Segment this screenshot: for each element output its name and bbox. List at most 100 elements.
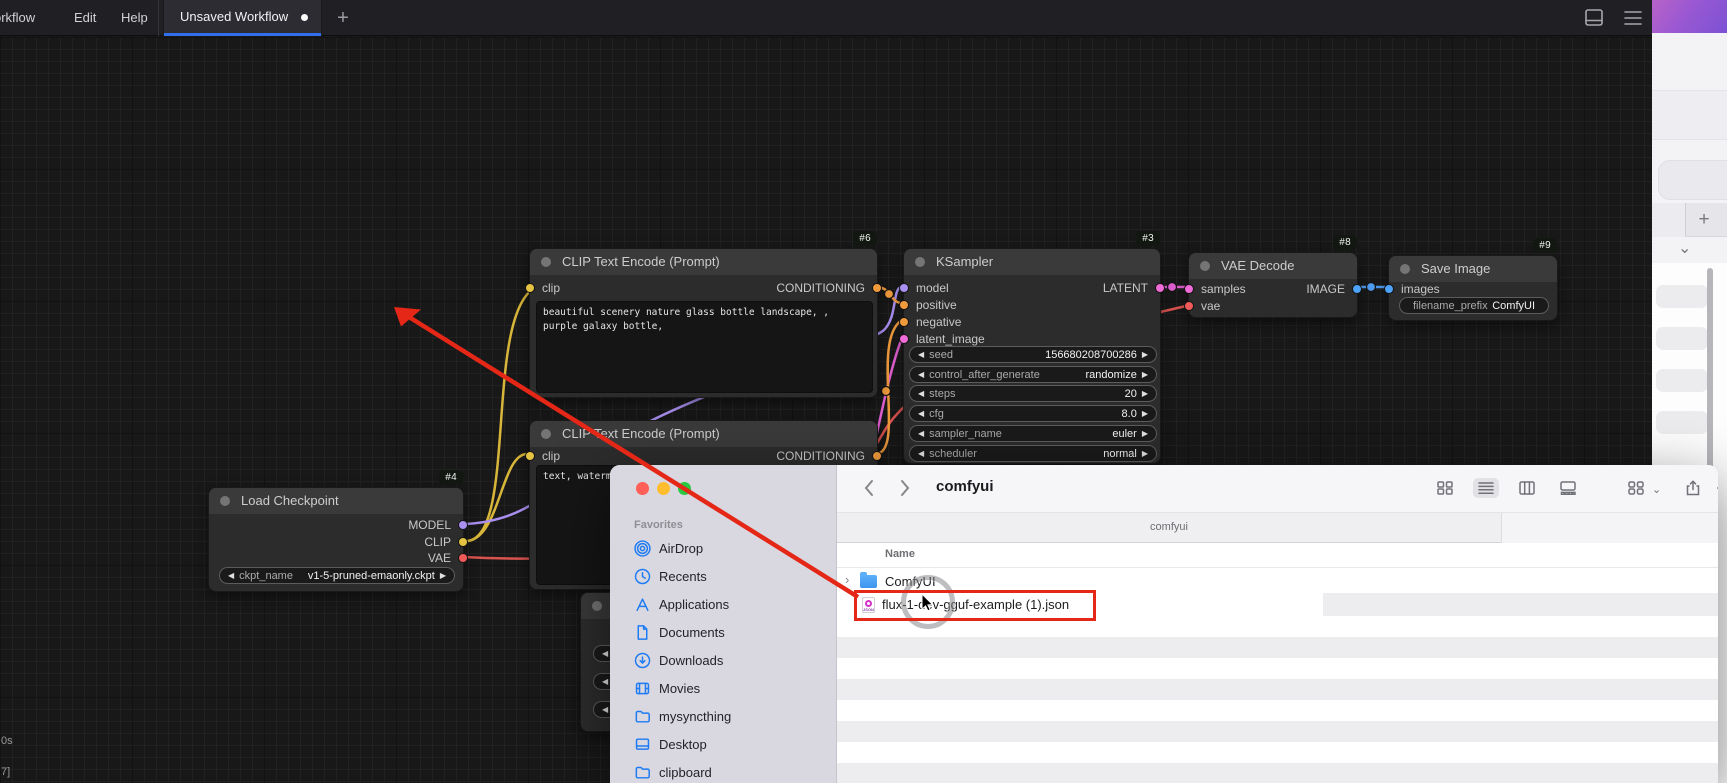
sampler-name-widget[interactable]: ◀ sampler_name euler ▶ — [909, 425, 1157, 442]
steps-widget[interactable]: ◀ steps 20 ▶ — [909, 385, 1157, 402]
control-after-generate-widget[interactable]: ◀ control_after_generate randomize ▶ — [909, 366, 1157, 383]
menu-help[interactable]: Help — [121, 0, 148, 36]
node-titlebar[interactable]: Load Checkpoint — [209, 488, 463, 514]
panel-tab[interactable] — [1652, 203, 1686, 237]
list-view-button[interactable] — [1473, 478, 1499, 498]
column-header-name[interactable]: Name — [885, 548, 915, 560]
decrement-arrow-icon[interactable]: ◀ — [602, 701, 608, 718]
scheduler-widget[interactable]: ◀ scheduler normal ▶ — [909, 445, 1157, 462]
decrement-arrow-icon[interactable]: ◀ — [602, 645, 608, 662]
group-by-button[interactable] — [1623, 478, 1649, 498]
ckpt-name-widget[interactable]: ◀ ckpt_name v1-5-pruned-emaonly.ckpt ▶ — [219, 567, 455, 584]
vae-port-icon[interactable] — [458, 553, 468, 563]
seed-widget[interactable]: ◀ seed 156680208700286 ▶ — [909, 346, 1157, 363]
filename-prefix-widget[interactable]: filename_prefix ComfyUI — [1399, 297, 1549, 314]
list-item[interactable] — [1656, 327, 1708, 350]
maximize-window-button[interactable] — [678, 482, 691, 495]
divider — [158, 0, 159, 36]
increment-arrow-icon[interactable]: ▶ — [1142, 405, 1148, 422]
file-row-flux-json[interactable]: JSON flux-1-dev-gguf-example (1).json — [837, 593, 1718, 616]
menu-workflow[interactable]: orkflow — [0, 0, 35, 36]
node-titlebar[interactable]: VAE Decode — [1189, 253, 1357, 279]
menu-edit[interactable]: Edit — [74, 0, 96, 36]
list-item[interactable] — [1656, 411, 1708, 434]
prompt-textarea[interactable]: beautiful scenery nature glass bottle la… — [536, 301, 873, 393]
sidebar-item-movies[interactable]: Movies — [634, 677, 700, 699]
sidebar-item-clipboard[interactable]: clipboard — [634, 761, 712, 783]
node-vae-decode[interactable]: #8 VAE Decode samples IMAGE vae — [1188, 252, 1358, 318]
model-port-icon[interactable] — [458, 520, 468, 530]
gallery-view-button[interactable] — [1555, 478, 1581, 498]
node-ksampler[interactable]: #3 KSampler model LATENT positive negati… — [903, 248, 1161, 464]
column-view-button[interactable] — [1514, 478, 1540, 498]
decrement-arrow-icon[interactable]: ◀ — [918, 346, 924, 363]
widget-value: randomize — [1085, 369, 1136, 381]
node-save-image[interactable]: #9 Save Image images filename_prefix Com… — [1388, 255, 1558, 321]
clip-port-icon[interactable] — [458, 537, 468, 547]
decrement-arrow-icon[interactable]: ◀ — [918, 405, 924, 422]
node-collapse-dot[interactable] — [541, 257, 551, 267]
node-clip-text-encode-positive[interactable]: #6 CLIP Text Encode (Prompt) clip CONDIT… — [529, 248, 878, 398]
conditioning-port-icon[interactable] — [872, 283, 882, 293]
more-actions-icon[interactable] — [1709, 478, 1718, 498]
port-label: vae — [1201, 299, 1220, 313]
new-tab-icon[interactable]: + — [1692, 208, 1716, 232]
node-load-checkpoint[interactable]: #4 Load Checkpoint MODEL CLIP VAE ◀ ckpt… — [208, 487, 464, 592]
disclosure-triangle-icon[interactable]: › — [845, 572, 849, 587]
increment-arrow-icon[interactable]: ▶ — [1142, 425, 1148, 442]
node-collapse-dot[interactable] — [1400, 264, 1410, 274]
latent-port-icon[interactable] — [1155, 283, 1165, 293]
sidebar-item-recents[interactable]: Recents — [634, 565, 707, 587]
decrement-arrow-icon[interactable]: ◀ — [918, 445, 924, 462]
panel-field[interactable] — [1658, 160, 1727, 200]
forward-button[interactable] — [893, 477, 915, 499]
node-collapse-dot[interactable] — [541, 429, 551, 439]
conditioning-port-icon[interactable] — [872, 451, 882, 461]
sidebar-item-documents[interactable]: Documents — [634, 621, 725, 643]
images-port-icon[interactable] — [1384, 284, 1394, 294]
node-titlebar[interactable]: KSampler — [904, 249, 1160, 275]
file-row-comfyui-folder[interactable]: › ComfyUI — [837, 570, 1718, 593]
sidebar-item-applications[interactable]: Applications — [634, 593, 729, 615]
node-titlebar[interactable]: CLIP Text Encode (Prompt) — [530, 421, 877, 447]
decrement-arrow-icon[interactable]: ◀ — [228, 567, 234, 584]
back-button[interactable] — [859, 477, 881, 499]
node-collapse-dot[interactable] — [220, 496, 230, 506]
vae-port-icon[interactable] — [1184, 301, 1194, 311]
node-collapse-dot[interactable] — [1200, 261, 1210, 271]
increment-arrow-icon[interactable]: ▶ — [440, 567, 446, 584]
increment-arrow-icon[interactable]: ▶ — [1142, 366, 1148, 383]
share-button[interactable] — [1680, 478, 1706, 498]
node-collapse-dot[interactable] — [592, 601, 602, 611]
sidebar-item-desktop[interactable]: Desktop — [634, 733, 707, 755]
bottom-panel-toggle-icon[interactable] — [1583, 8, 1605, 28]
decrement-arrow-icon[interactable]: ◀ — [918, 425, 924, 442]
increment-arrow-icon[interactable]: ▶ — [1142, 346, 1148, 363]
port-label: CONDITIONING — [776, 449, 865, 463]
decrement-arrow-icon[interactable]: ◀ — [602, 673, 608, 690]
decrement-arrow-icon[interactable]: ◀ — [918, 385, 924, 402]
hamburger-menu-icon[interactable] — [1622, 8, 1644, 28]
icon-view-button[interactable] — [1432, 478, 1458, 498]
positive-port-icon[interactable] — [899, 300, 909, 310]
new-workflow-button[interactable]: + — [330, 5, 356, 31]
list-item[interactable] — [1656, 369, 1708, 392]
latent-image-port-icon[interactable] — [899, 334, 909, 344]
negative-port-icon[interactable] — [899, 317, 909, 327]
decrement-arrow-icon[interactable]: ◀ — [918, 366, 924, 383]
increment-arrow-icon[interactable]: ▶ — [1142, 445, 1148, 462]
sidebar-item-downloads[interactable]: Downloads — [634, 649, 723, 671]
sidebar-item-airdrop[interactable]: AirDrop — [634, 537, 703, 559]
sidebar-item-mysyncthing[interactable]: mysyncthing — [634, 705, 731, 727]
node-titlebar[interactable]: CLIP Text Encode (Prompt) — [530, 249, 877, 275]
cfg-widget[interactable]: ◀ cfg 8.0 ▶ — [909, 405, 1157, 422]
chevron-down-icon[interactable]: ⌄ — [1678, 238, 1691, 258]
minimize-window-button[interactable] — [657, 482, 670, 495]
list-item[interactable] — [1656, 285, 1708, 308]
node-collapse-dot[interactable] — [915, 257, 925, 267]
close-window-button[interactable] — [636, 482, 649, 495]
increment-arrow-icon[interactable]: ▶ — [1142, 385, 1148, 402]
tab-unsaved-workflow[interactable]: Unsaved Workflow — [163, 0, 322, 36]
image-port-icon[interactable] — [1352, 284, 1362, 294]
node-titlebar[interactable]: Save Image — [1389, 256, 1557, 282]
